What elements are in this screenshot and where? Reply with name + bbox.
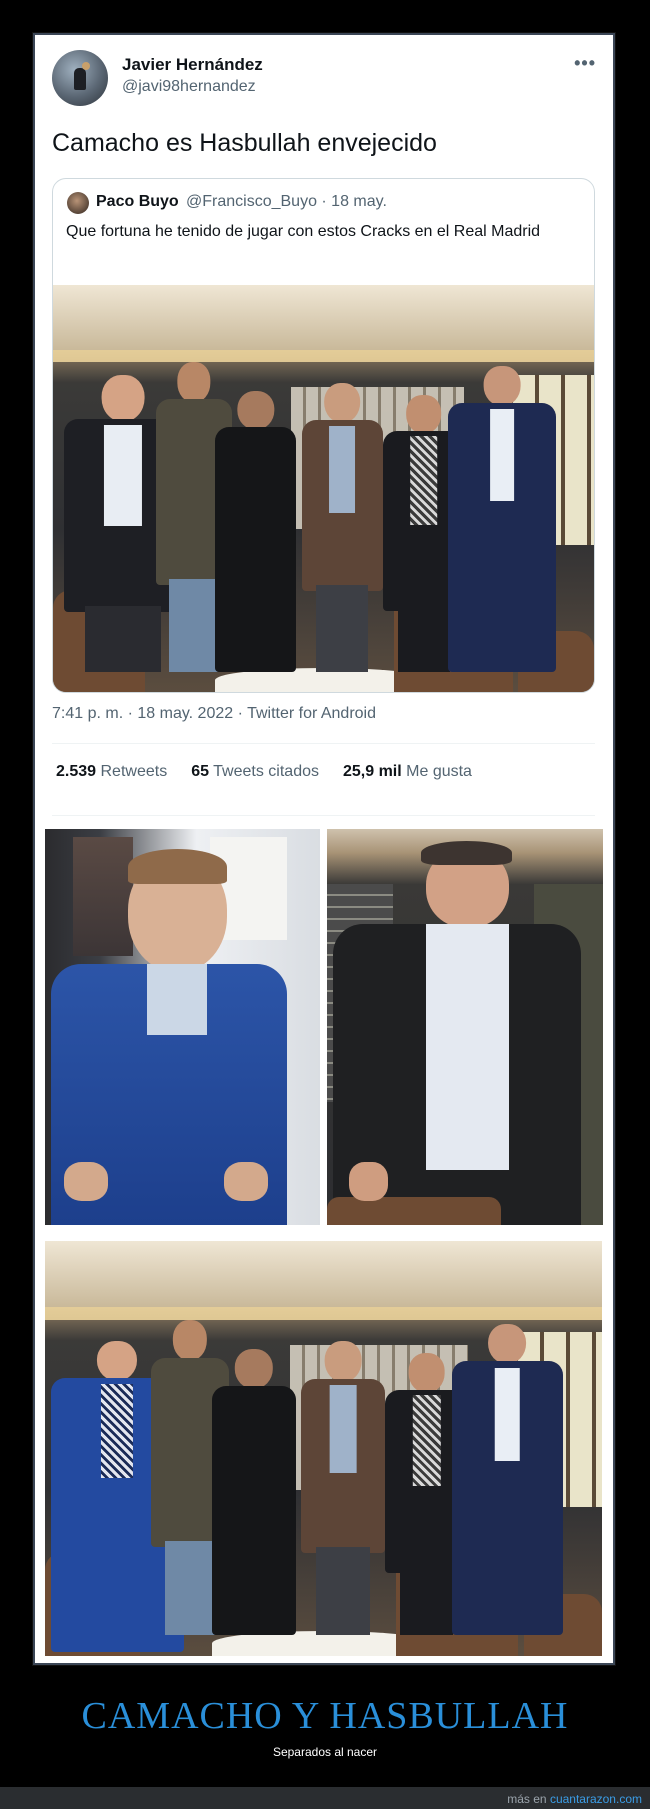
footer-bar: más en cuantarazon.com [0,1787,650,1809]
tweet-text: Camacho es Hasbullah envejecido [52,129,437,157]
quoted-tweet[interactable]: Paco Buyo @Francisco_Buyo · 18 may. Que … [52,178,595,693]
footer-site-link[interactable]: cuantarazon.com [550,1792,642,1806]
tweet-stats: 2.539 Retweets 65 Tweets citados 25,9 mi… [56,763,496,781]
hasbullah-photo [45,829,320,1225]
divider [52,743,595,744]
quoted-author-meta: @Francisco_Buyo · 18 may. [186,193,387,210]
post-frame: Javier Hernández @javi98hernandez ••• Ca… [32,32,616,1666]
tweet-header: Javier Hernández @javi98hernandez ••• [52,45,600,115]
retweets-stat[interactable]: 2.539 Retweets [56,763,167,781]
caption-title: CAMACHO Y HASBULLAH [81,1695,569,1737]
divider [52,815,595,816]
more-horizontal-icon[interactable]: ••• [574,53,596,74]
footer-prefix: más en [507,1792,550,1806]
author-name[interactable]: Javier Hernández [122,55,263,75]
footer-text: más en cuantarazon.com [507,1792,642,1806]
group-photo[interactable] [53,285,594,692]
quoted-author-avatar [67,192,89,214]
tweet-card: Javier Hernández @javi98hernandez ••• Ca… [52,45,600,816]
caption-subtitle: Separados al nacer [272,1745,378,1759]
tweet-timestamp[interactable]: 7:41 p. m. · 18 may. 2022 · Twitter for … [52,705,376,723]
likes-stat[interactable]: 25,9 mil Me gusta [343,763,472,781]
quoted-tweet-text: Que fortuna he tenido de jugar con estos… [66,223,541,240]
edited-group-photo [45,1241,602,1656]
quoted-author-name: Paco Buyo [96,193,179,210]
author-avatar[interactable] [52,50,108,106]
camacho-photo [327,829,603,1225]
author-handle[interactable]: @javi98hernandez [122,78,256,96]
quotes-stat[interactable]: 65 Tweets citados [191,763,319,781]
